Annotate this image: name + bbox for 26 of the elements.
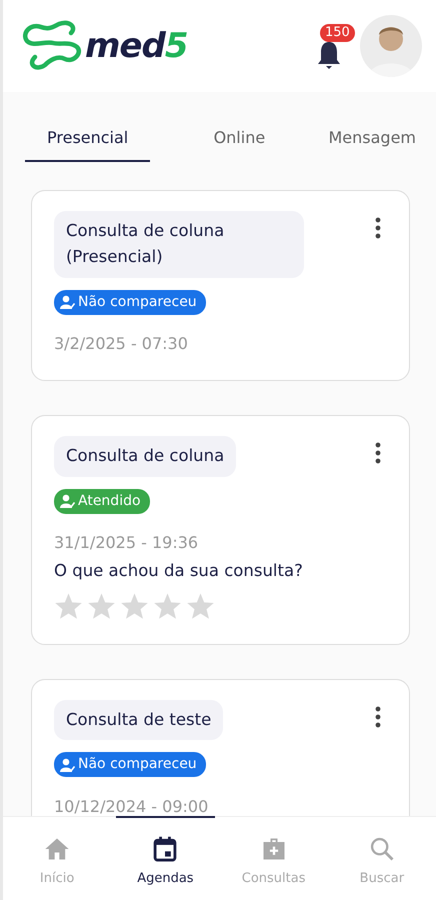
star-icon[interactable]	[120, 592, 149, 620]
tab[interactable]: Online	[214, 122, 266, 162]
calendar-icon	[151, 835, 180, 863]
nav-tab[interactable]: Agendas	[111, 817, 220, 900]
bell-icon[interactable]	[316, 40, 342, 70]
appointment-title: Consulta de coluna	[54, 436, 236, 477]
tab[interactable]: Presencial	[25, 122, 150, 162]
person-check-icon	[60, 494, 75, 508]
star-icon[interactable]	[153, 592, 182, 620]
notification-count: 150	[320, 24, 355, 42]
tab[interactable]: Mensagem	[328, 122, 416, 162]
appointment-datetime: 31/1/2025 - 19:36	[54, 532, 200, 554]
appointment-title: Consulta de coluna (Presencial)	[54, 211, 304, 278]
person-check-icon	[60, 295, 75, 310]
status-badge: Não compareceu	[54, 290, 206, 315]
appointment-datetime: 3/2/2025 - 07:30	[54, 333, 189, 356]
logo: med5	[19, 17, 188, 75]
appointment-datetime: 10/12/2024 - 09:00	[54, 796, 210, 818]
person-check-icon	[60, 758, 75, 772]
status-badge: Atendido	[54, 488, 150, 514]
appointment-title: Consulta de teste	[54, 700, 224, 740]
rating-question: O que achou da sua consulta?	[54, 560, 304, 582]
star-icon[interactable]	[54, 592, 83, 620]
star-icon[interactable]	[186, 592, 215, 620]
status-badge: Não compareceu	[54, 752, 206, 778]
star-icon[interactable]	[87, 592, 116, 620]
